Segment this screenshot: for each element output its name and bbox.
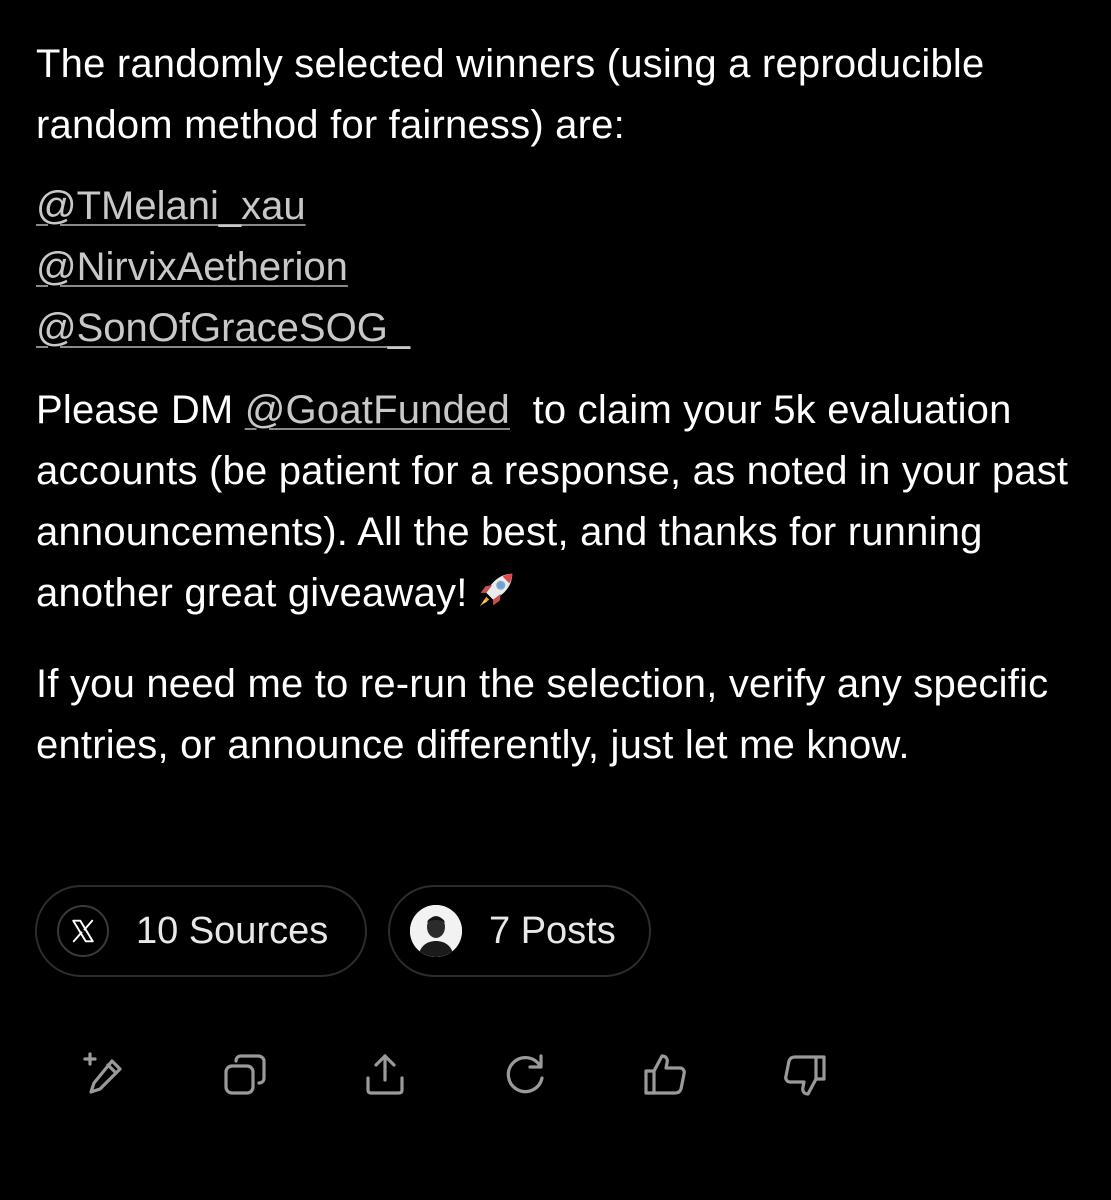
goatfunded-link[interactable]: @GoatFunded — [245, 388, 510, 432]
intro-text: The randomly selected winners (using a r… — [36, 42, 985, 147]
posts-chip[interactable]: 7 Posts — [388, 885, 651, 977]
winners-list: @TMelani_xau @NirvixAetherion @SonOfGrac… — [36, 176, 1086, 359]
dm-instruction-text: Please DM @GoatFunded to claim your 5k e… — [36, 380, 1086, 632]
source-chips: 10 Sources 7 Posts — [35, 885, 651, 977]
sources-chip[interactable]: 10 Sources — [35, 885, 367, 977]
winner-link-2[interactable]: @NirvixAetherion — [36, 245, 348, 289]
regenerate-icon[interactable] — [500, 1050, 550, 1100]
thumbs-down-icon[interactable] — [780, 1050, 830, 1100]
sources-label: 10 Sources — [136, 909, 329, 952]
posts-label: 7 Posts — [489, 909, 616, 952]
dm-prefix: Please DM — [36, 388, 245, 432]
thumbs-up-icon[interactable] — [640, 1050, 690, 1100]
avatar — [410, 905, 462, 957]
winner-link-1[interactable]: @TMelani_xau — [36, 184, 306, 228]
winner-link-3[interactable]: @SonOfGraceSOG_ — [36, 306, 410, 350]
copy-icon[interactable] — [220, 1050, 270, 1100]
edit-icon[interactable] — [80, 1050, 130, 1100]
response-message: The randomly selected winners (using a r… — [36, 34, 1086, 798]
closing-text: If you need me to re-run the selection, … — [36, 662, 1049, 767]
share-icon[interactable] — [360, 1050, 410, 1100]
x-logo-icon — [57, 905, 109, 957]
rocket-emoji-icon — [472, 568, 518, 632]
response-actions-toolbar — [80, 1050, 840, 1100]
